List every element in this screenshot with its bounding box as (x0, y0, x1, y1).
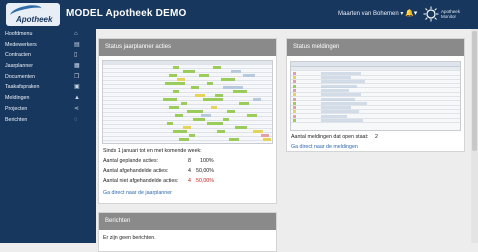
planned-actions-label: Aantal geplande acties: (103, 158, 159, 164)
berichten-panel: Berichten Er zijn geen berichten. (98, 212, 277, 252)
document-icon: ▯ (74, 52, 78, 59)
sidebar-item-label: Taakafspraken (5, 84, 40, 91)
id-card-icon: ▤ (74, 41, 80, 48)
sidebar-item-berichten[interactable]: Berichten ◌ (0, 115, 96, 126)
sidebar-item-taakafspraken[interactable]: Taakafspraken ▣ (0, 82, 96, 93)
thumb-row (103, 137, 272, 141)
app-logo[interactable]: Apotheek (6, 3, 60, 26)
user-menu[interactable]: Maarten van Bohemen ▾ (338, 10, 403, 17)
copy-icon: ❐ (74, 73, 80, 80)
sidebar-item-hoofdmenu[interactable]: Hoofdmenu ⌂ (0, 29, 96, 40)
logo-text: Apotheek (16, 15, 53, 24)
handled-actions-percent: 50,00% (196, 168, 214, 174)
planner-since-text: Sinds 1 januari tot en met komende week: (103, 148, 202, 154)
sidebar-item-jaarplanner[interactable]: Jaarplanner ▦ (0, 61, 96, 72)
sidebar-item-medewerkers[interactable]: Medewerkers ▤ (0, 40, 96, 51)
handled-actions-count: 4 (188, 168, 191, 174)
unhandled-actions-count: 4 (188, 178, 191, 184)
thumb-row (291, 119, 460, 123)
planned-actions-percent: 100% (200, 158, 214, 164)
share-icon: ⋖ (74, 105, 80, 112)
apotheek-monitor-icon[interactable] (423, 6, 439, 22)
planner-link[interactable]: Ga direct naar de jaarplanner (103, 190, 172, 196)
sidebar-item-projecten[interactable]: Projecten ⋖ (0, 104, 96, 115)
chat-icon: ◌ (74, 116, 78, 123)
notifications-bell-icon[interactable]: 🔔▾ (405, 9, 417, 17)
meldingen-link[interactable]: Ga direct naar de meldingen (291, 144, 358, 150)
berichten-panel-title: Berichten (99, 213, 276, 230)
open-meldingen-count: 2 (375, 134, 378, 140)
top-bar: Apotheek MODEL Apotheek DEMO Maarten van… (0, 0, 478, 29)
sidebar-item-documenten[interactable]: Documenten ❐ (0, 72, 96, 83)
planned-actions-count: 8 (188, 158, 191, 164)
sidebar-item-contracten[interactable]: Contracten ▯ (0, 50, 96, 61)
sidebar-item-label: Projecten (5, 105, 28, 112)
planner-panel: Status jaarplanner acties Sinds 1 januar… (98, 38, 277, 204)
sidebar-item-label: Meldingen (5, 95, 30, 102)
unhandled-actions-percent: 50,00% (196, 178, 214, 184)
planner-panel-title: Status jaarplanner acties (99, 39, 276, 56)
sidebar-item-meldingen[interactable]: Meldingen ▲ (0, 93, 96, 104)
handled-actions-label: Aantal afgehandelde acties: (103, 168, 169, 174)
warning-icon: ▲ (74, 95, 80, 102)
scrollbar-thumb[interactable] (472, 31, 477, 151)
meldingen-panel-title: Status meldingen (287, 39, 464, 56)
planner-thumbnail[interactable] (102, 60, 273, 144)
sidebar-item-label: Contracten (5, 52, 31, 59)
home-icon: ⌂ (74, 31, 78, 37)
app-title: MODEL Apotheek DEMO (66, 8, 187, 19)
apotheek-monitor-label: Apotheek Monitor (441, 9, 460, 19)
sidebar-item-label: Documenten (5, 73, 36, 80)
sidebar-item-label: Hoofdmenu (5, 31, 33, 37)
calendar-icon: ▦ (74, 63, 80, 70)
sidebar: Hoofdmenu ⌂ Medewerkers ▤ Contracten ▯ Jaar… (0, 29, 96, 243)
sidebar-item-label: Berichten (5, 116, 28, 123)
berichten-empty-text: Er zijn geen berichten. (103, 235, 156, 241)
calendar-check-icon: ▣ (74, 84, 80, 91)
sidebar-item-label: Medewerkers (5, 41, 37, 48)
page-scrollbar[interactable] (471, 29, 478, 243)
unhandled-actions-label: Aantal niet afgehandelde acties: (103, 178, 179, 184)
monitor-line-2: Monitor (441, 14, 457, 19)
open-meldingen-label: Aantal meldingen dat open staat: (291, 134, 369, 140)
meldingen-panel: Status meldingen Aantal meldingen dat op… (286, 38, 465, 152)
sidebar-item-label: Jaarplanner (5, 63, 33, 70)
meldingen-thumbnail[interactable] (290, 61, 461, 131)
